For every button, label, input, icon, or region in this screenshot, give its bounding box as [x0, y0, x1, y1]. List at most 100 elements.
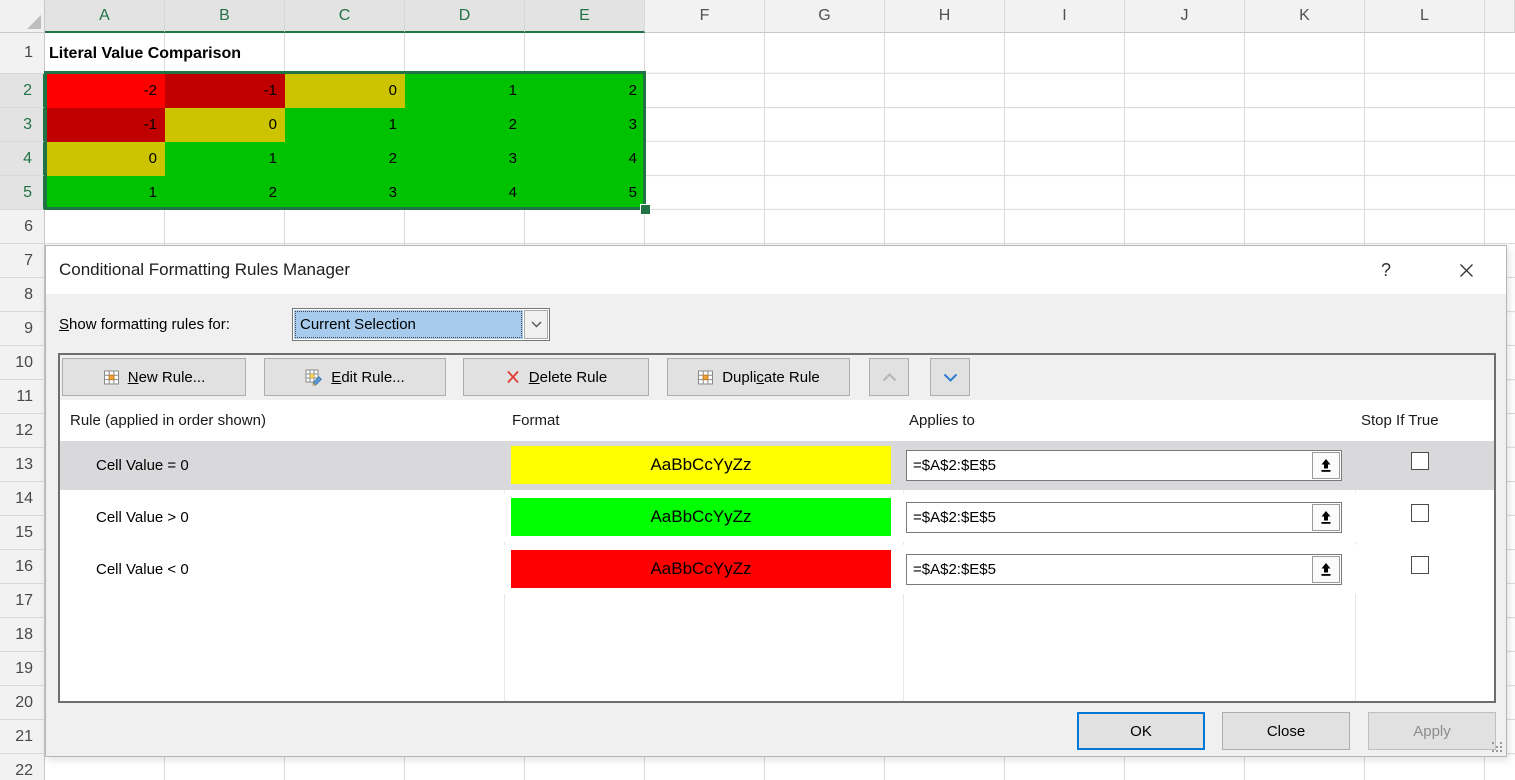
row-header-10[interactable]: 10: [0, 346, 45, 380]
row-header-17[interactable]: 17: [0, 584, 45, 618]
row-header-9[interactable]: 9: [0, 312, 45, 346]
duplicate-rule-button[interactable]: Duplicate Rule: [667, 358, 850, 396]
delete-rule-button[interactable]: Delete Rule: [463, 358, 649, 396]
show-rules-dropdown[interactable]: Current Selection: [292, 308, 550, 341]
close-dialog-button[interactable]: Close: [1222, 712, 1350, 750]
column-header-C[interactable]: C: [285, 0, 405, 33]
column-header-K[interactable]: K: [1245, 0, 1365, 33]
grid-cell[interactable]: 3: [525, 108, 645, 142]
stop-if-true-checkbox[interactable]: [1411, 556, 1429, 574]
grid-cell[interactable]: -1: [165, 74, 285, 108]
row-header-8[interactable]: 8: [0, 278, 45, 312]
column-header-L[interactable]: L: [1365, 0, 1485, 33]
grid-cell[interactable]: 0: [45, 142, 165, 176]
new-rule-button[interactable]: New Rule...: [62, 358, 246, 396]
rule-rows: Cell Value = 0AaBbCcYyZzCell Value > 0Aa…: [60, 441, 1494, 597]
grid-cell[interactable]: 3: [285, 176, 405, 210]
grid-cell[interactable]: 5: [525, 176, 645, 210]
column-header-B[interactable]: B: [165, 0, 285, 33]
grid-cell[interactable]: -2: [45, 74, 165, 108]
row-header-13[interactable]: 13: [0, 448, 45, 482]
row-header-4[interactable]: 4: [0, 142, 45, 176]
grid-cell[interactable]: 4: [405, 176, 525, 210]
move-rule-down-button[interactable]: [930, 358, 970, 396]
grid-cell[interactable]: 2: [405, 108, 525, 142]
select-all-corner[interactable]: [0, 0, 45, 33]
applies-to-field: [906, 502, 1342, 533]
rules-list-header: Rule (applied in order shown) Format App…: [60, 400, 1494, 441]
stop-if-true-column-header: Stop If True: [1361, 400, 1439, 441]
new-rule-button-label: New Rule...: [128, 369, 206, 386]
edit-rule-button[interactable]: Edit Rule...: [264, 358, 446, 396]
grid-cell[interactable]: 1: [45, 176, 165, 210]
grid-cell[interactable]: 2: [165, 176, 285, 210]
column-headers: ABCDEFGHIJKL: [45, 0, 1515, 33]
apply-button[interactable]: Apply: [1368, 712, 1496, 750]
column-header-partial[interactable]: [1485, 0, 1515, 33]
row-header-21[interactable]: 21: [0, 720, 45, 754]
move-rule-up-button[interactable]: [869, 358, 909, 396]
row-header-5[interactable]: 5: [0, 176, 45, 210]
edit-rule-button-label: Edit Rule...: [331, 369, 404, 386]
fill-handle-icon[interactable]: [640, 204, 651, 215]
help-button[interactable]: ?: [1366, 246, 1406, 294]
row-header-11[interactable]: 11: [0, 380, 45, 414]
row-header-2[interactable]: 2: [0, 74, 45, 108]
row-header-14[interactable]: 14: [0, 482, 45, 516]
collapse-dialog-button[interactable]: [1312, 452, 1340, 479]
grid-cell[interactable]: -1: [45, 108, 165, 142]
rule-row[interactable]: Cell Value = 0AaBbCcYyZz: [60, 441, 1494, 490]
grid-cell[interactable]: 3: [405, 142, 525, 176]
row-header-12[interactable]: 12: [0, 414, 45, 448]
grid-cell[interactable]: 0: [285, 74, 405, 108]
format-preview: AaBbCcYyZz: [511, 550, 891, 588]
cell-a1[interactable]: Literal Value Comparison: [49, 33, 241, 74]
grid-cell[interactable]: 1: [405, 74, 525, 108]
applies-to-input[interactable]: [907, 503, 1311, 532]
column-header-I[interactable]: I: [1005, 0, 1125, 33]
duplicate-rule-table-icon: [697, 369, 714, 386]
chevron-down-icon: [943, 373, 958, 382]
row-header-18[interactable]: 18: [0, 618, 45, 652]
applies-to-input[interactable]: [907, 451, 1311, 480]
dialog-title-bar: Conditional Formatting Rules Manager ?: [46, 246, 1506, 294]
resize-grip[interactable]: [1491, 741, 1503, 753]
column-header-D[interactable]: D: [405, 0, 525, 33]
column-header-H[interactable]: H: [885, 0, 1005, 33]
ok-button[interactable]: OK: [1077, 712, 1205, 750]
column-header-J[interactable]: J: [1125, 0, 1245, 33]
row-header-19[interactable]: 19: [0, 652, 45, 686]
row-header-15[interactable]: 15: [0, 516, 45, 550]
grid-cell[interactable]: 2: [285, 142, 405, 176]
grid-cell[interactable]: 0: [165, 108, 285, 142]
grid-cell[interactable]: 2: [525, 74, 645, 108]
column-header-F[interactable]: F: [645, 0, 765, 33]
collapse-dialog-button[interactable]: [1312, 504, 1340, 531]
row-header-20[interactable]: 20: [0, 686, 45, 720]
row-header-1[interactable]: 1: [0, 33, 45, 74]
close-button[interactable]: [1446, 246, 1486, 294]
row-header-3[interactable]: 3: [0, 108, 45, 142]
grid-cell[interactable]: 4: [525, 142, 645, 176]
column-header-A[interactable]: A: [45, 0, 165, 33]
stop-if-true-checkbox[interactable]: [1411, 452, 1429, 470]
row-header-16[interactable]: 16: [0, 550, 45, 584]
chevron-down-icon: [531, 321, 542, 328]
row-header-6[interactable]: 6: [0, 210, 45, 244]
row-header-7[interactable]: 7: [0, 244, 45, 278]
collapse-dialog-button[interactable]: [1312, 556, 1340, 583]
delete-x-icon: [505, 369, 521, 385]
dropdown-arrow-button[interactable]: [524, 310, 548, 339]
rule-row[interactable]: Cell Value > 0AaBbCcYyZz: [60, 493, 1494, 542]
column-header-G[interactable]: G: [765, 0, 885, 33]
row-headers: 12345678910111213141516171819202122: [0, 33, 45, 780]
applies-to-input[interactable]: [907, 555, 1311, 584]
dialog-title: Conditional Formatting Rules Manager: [59, 246, 350, 294]
grid-cell[interactable]: 1: [165, 142, 285, 176]
row-header-22[interactable]: 22: [0, 754, 45, 780]
column-header-E[interactable]: E: [525, 0, 645, 33]
rule-column-header: Rule (applied in order shown): [70, 400, 266, 441]
rule-row[interactable]: Cell Value < 0AaBbCcYyZz: [60, 545, 1494, 594]
grid-cell[interactable]: 1: [285, 108, 405, 142]
stop-if-true-checkbox[interactable]: [1411, 504, 1429, 522]
